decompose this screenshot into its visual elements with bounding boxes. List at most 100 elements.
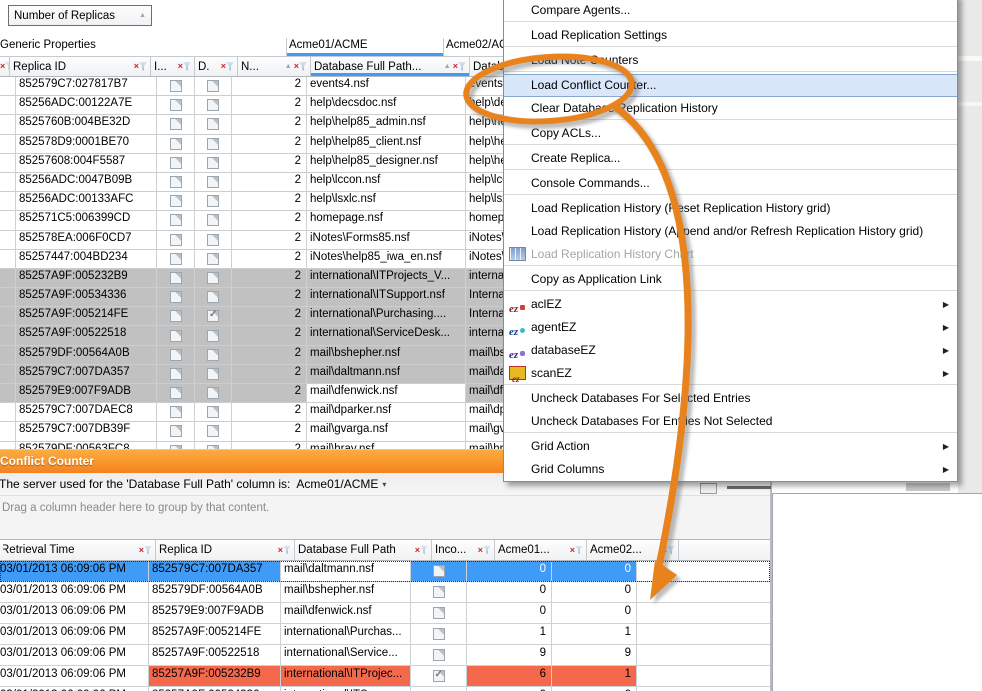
checkbox-icon[interactable] (207, 138, 219, 150)
checkbox-cell-i[interactable] (157, 442, 195, 449)
retrieval-time-cell[interactable]: 03/01/2013 06:09:06 PM (0, 582, 149, 602)
checkbox-cell-i[interactable] (157, 326, 195, 344)
database-path-cell[interactable]: mail\hray.nsf (307, 442, 466, 449)
column-header-database-full-path[interactable]: Database Full Path... ▲ × (311, 57, 470, 76)
replica-count-cell[interactable]: 2 (232, 365, 307, 383)
checkbox-cell-d[interactable] (195, 96, 232, 114)
incomplete-checkbox-cell[interactable] (411, 624, 467, 644)
database-path-cell[interactable]: mail\bshepher.nsf (281, 582, 411, 602)
replica-count-cell[interactable]: 2 (232, 135, 307, 153)
acme02-count-cell[interactable]: 0 (552, 687, 637, 691)
checkbox-icon[interactable] (170, 387, 182, 399)
group-drop-zone[interactable]: Drag a column header here to group by th… (0, 495, 770, 539)
replica-count-cell[interactable]: 2 (232, 307, 307, 325)
filter-icon[interactable]: × (134, 62, 147, 71)
checkbox-icon[interactable] (207, 99, 219, 111)
checkbox-icon[interactable] (207, 291, 219, 303)
checkbox-cell-d[interactable] (195, 307, 232, 325)
checkbox-icon[interactable] (170, 291, 182, 303)
menu-item[interactable]: Create Replica... ▶ (504, 147, 957, 170)
replica-id-cell[interactable]: 85257A9F:005214FE (16, 307, 157, 325)
checkbox-cell-i[interactable] (157, 288, 195, 306)
column-header-replica-id[interactable]: Replica ID × (10, 57, 151, 76)
database-path-cell[interactable]: international\ITSuppo... (281, 687, 411, 691)
replica-count-cell[interactable]: 2 (232, 231, 307, 249)
checkbox-icon[interactable] (170, 425, 182, 437)
acme02-count-cell[interactable]: 0 (552, 561, 637, 581)
acme02-count-cell[interactable]: 1 (552, 666, 637, 686)
checkbox-cell-d[interactable] (195, 173, 232, 191)
replica-count-cell[interactable]: 2 (232, 77, 307, 95)
group-header-acme01[interactable]: Acme01/ACME (287, 38, 444, 56)
checkbox-cell-d[interactable] (195, 384, 232, 402)
checkbox-icon[interactable] (170, 330, 182, 342)
replica-id-cell[interactable]: 852571C5:006399CD (16, 211, 157, 229)
menu-item[interactable]: scanEZ ▶ (504, 362, 957, 385)
incomplete-checkbox-cell[interactable] (411, 666, 467, 686)
database-path-cell[interactable]: iNotes\help85_iwa_en.nsf (307, 250, 466, 268)
replica-id-cell[interactable]: 85256ADC:0047B09B (16, 173, 157, 191)
checkbox-icon[interactable] (433, 628, 445, 640)
checkbox-icon[interactable] (207, 387, 219, 399)
acme01-count-cell[interactable]: 1 (467, 624, 552, 644)
checkbox-icon[interactable] (170, 214, 182, 226)
table-row[interactable]: 03/01/2013 06:09:06 PM 85257A9F:00522518… (0, 645, 770, 666)
database-path-cell[interactable]: mail\daltmann.nsf (307, 365, 466, 383)
filter-icon[interactable]: × (141, 546, 152, 555)
replica-id-cell[interactable]: 852579C7:007DB39F (16, 422, 157, 440)
checkbox-icon[interactable] (207, 368, 219, 380)
checkbox-icon[interactable] (207, 253, 219, 265)
checkbox-cell-i[interactable] (157, 269, 195, 287)
checkbox-cell-i[interactable] (157, 135, 195, 153)
database-path-cell[interactable]: mail\dparker.nsf (307, 403, 466, 421)
database-path-cell[interactable]: international\Service... (281, 645, 411, 665)
replica-id-cell[interactable]: 85257A9F:00522518 (16, 326, 157, 344)
replica-id-cell[interactable]: 852579C7:007DA357 (149, 561, 281, 581)
menu-item[interactable]: Compare Agents... ▶ (504, 0, 957, 22)
checkbox-cell-d[interactable] (195, 154, 232, 172)
checkbox-icon[interactable] (170, 99, 182, 111)
checkbox-icon[interactable] (207, 425, 219, 437)
checkbox-icon[interactable] (433, 607, 445, 619)
checkbox-cell-i[interactable] (157, 384, 195, 402)
replica-count-cell[interactable]: 2 (232, 250, 307, 268)
checkbox-cell-d[interactable] (195, 442, 232, 449)
checkbox-cell-d[interactable] (195, 422, 232, 440)
database-path-cell[interactable]: international\ITProjects_V... (307, 269, 466, 287)
replica-count-cell[interactable]: 2 (232, 422, 307, 440)
filter-icon[interactable]: × (0, 62, 10, 71)
replica-id-cell[interactable]: 852579C7:007DAEC8 (16, 403, 157, 421)
replica-id-cell[interactable]: 852578EA:006F0CD7 (16, 231, 157, 249)
retrieval-time-cell[interactable]: 03/01/2013 06:09:06 PM (0, 687, 149, 691)
checkbox-cell-i[interactable] (157, 211, 195, 229)
database-path-cell[interactable]: international\ITProjec... (281, 666, 411, 686)
checkbox-cell-i[interactable] (157, 422, 195, 440)
checkbox-icon[interactable] (170, 368, 182, 380)
replica-count-cell[interactable]: 2 (232, 211, 307, 229)
database-path-cell[interactable]: help\help85_client.nsf (307, 135, 466, 153)
checkbox-cell-d[interactable] (195, 269, 232, 287)
menu-item[interactable]: Uncheck Databases For Entries Not Select… (504, 410, 957, 433)
retrieval-time-cell[interactable]: 03/01/2013 06:09:06 PM (0, 645, 149, 665)
database-path-cell[interactable]: mail\bshepher.nsf (307, 346, 466, 364)
replica-id-cell[interactable]: 852579C7:007DA357 (16, 365, 157, 383)
replica-id-cell[interactable]: 85257A9F:005232B9 (149, 666, 281, 686)
checkbox-cell-d[interactable] (195, 365, 232, 383)
replica-id-cell[interactable]: 852579DF:00564A0B (149, 582, 281, 602)
checkbox-icon[interactable] (207, 330, 219, 342)
checkbox-cell-i[interactable] (157, 231, 195, 249)
replica-id-cell[interactable]: 85256ADC:00133AFC (16, 192, 157, 210)
checkbox-cell-i[interactable] (157, 77, 195, 95)
checkbox-cell-i[interactable] (157, 154, 195, 172)
checkbox-cell-i[interactable] (157, 307, 195, 325)
replica-count-cell[interactable]: 2 (232, 442, 307, 449)
checkbox-cell-d[interactable] (195, 346, 232, 364)
checkbox-cell-d[interactable] (195, 192, 232, 210)
checkbox-icon[interactable] (207, 80, 219, 92)
filter-icon[interactable]: × (278, 546, 291, 555)
acme02-count-cell[interactable]: 0 (552, 582, 637, 602)
checkbox-icon[interactable] (207, 195, 219, 207)
database-path-cell[interactable]: help\help85_admin.nsf (307, 115, 466, 133)
checkbox-icon[interactable] (207, 349, 219, 361)
acme02-count-cell[interactable]: 9 (552, 645, 637, 665)
